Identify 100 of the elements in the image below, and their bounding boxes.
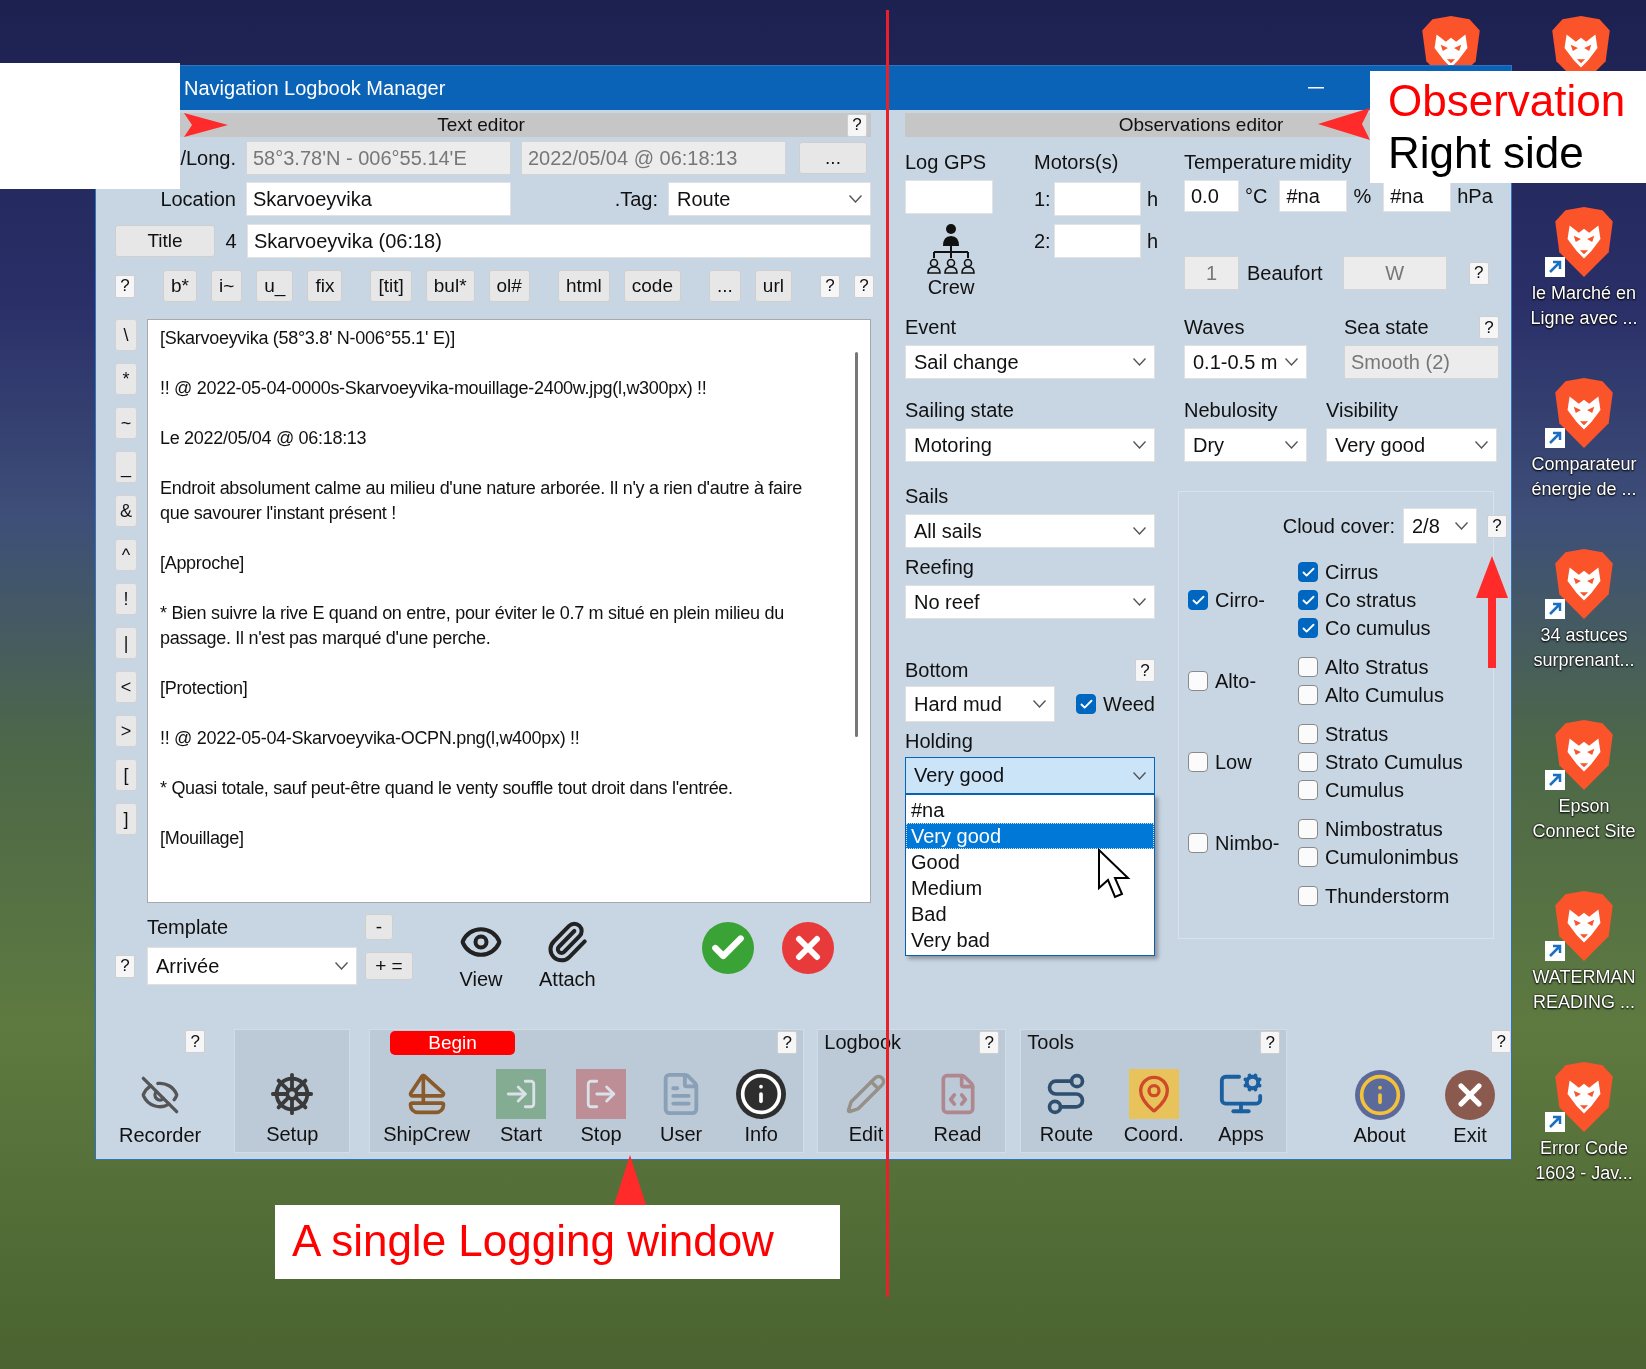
toolbar-button[interactable]: ShipCrew (379, 1068, 474, 1146)
format-button[interactable]: bul* (425, 270, 475, 302)
format-button[interactable]: [tit] (370, 270, 412, 302)
scrollbar[interactable] (854, 352, 858, 737)
checkbox[interactable] (1298, 847, 1318, 867)
dropdown[interactable]: Hard mud (905, 686, 1055, 722)
toolbar-button[interactable]: Setup (259, 1068, 326, 1146)
crew-button[interactable]: Crew (905, 222, 997, 299)
checkbox[interactable] (1188, 833, 1208, 853)
insert-button[interactable]: > (115, 715, 137, 747)
help-button[interactable]: ? (1487, 514, 1507, 538)
help-button[interactable]: ? (115, 954, 135, 978)
checkbox[interactable] (1298, 562, 1318, 582)
shortcut-label[interactable]: le Marché en Ligne avec ... (1530, 281, 1638, 331)
toolbar-button[interactable]: Exit (1437, 1069, 1503, 1147)
dropdown-option[interactable]: #na (906, 797, 1154, 823)
add-button[interactable]: + = (365, 952, 413, 980)
insert-button[interactable]: * (115, 363, 137, 395)
input-field[interactable]: W (1342, 256, 1447, 290)
format-button[interactable]: url (754, 270, 792, 302)
format-button[interactable]: html (557, 270, 610, 302)
text-area[interactable] (147, 319, 871, 903)
dropdown[interactable]: Route (668, 182, 871, 216)
dropdown[interactable]: 2/8 (1403, 508, 1477, 544)
input-field[interactable]: 1 (1184, 256, 1239, 290)
format-button[interactable]: u_ (256, 270, 294, 302)
dropdown[interactable]: Dry (1184, 428, 1307, 462)
toolbar-button[interactable]: Coord. (1119, 1068, 1188, 1146)
dropdown[interactable]: Very good (905, 757, 1155, 794)
input-field[interactable] (1054, 224, 1141, 258)
remove-button[interactable]: - (365, 914, 393, 940)
help-button[interactable]: ? (847, 113, 867, 137)
checkbox[interactable] (1298, 724, 1318, 744)
input-field[interactable] (905, 180, 993, 214)
insert-button[interactable]: ! (115, 583, 137, 615)
title-button[interactable]: Title (115, 225, 215, 257)
insert-button[interactable]: [ (115, 759, 137, 791)
checkbox[interactable] (1298, 618, 1318, 638)
toolbar-button[interactable]: Route (1033, 1068, 1100, 1146)
shortcut-label[interactable]: Epson Connect Site (1532, 794, 1636, 844)
insert-button[interactable]: | (115, 627, 137, 659)
help-button[interactable]: ? (185, 1030, 206, 1053)
help-button[interactable]: ? (1468, 261, 1489, 285)
toolbar-button[interactable]: About (1346, 1069, 1413, 1147)
checkbox[interactable] (1298, 590, 1318, 610)
input-field[interactable]: 2022/05/04 @ 06:18:13 (521, 141, 786, 175)
dropdown[interactable]: Very good (1326, 428, 1497, 462)
checkbox[interactable] (1188, 671, 1208, 691)
format-button[interactable]: ... (709, 270, 741, 302)
input-field[interactable]: 0.0 (1184, 180, 1239, 212)
checkbox[interactable] (1076, 694, 1097, 714)
toolbar-button[interactable]: Recorder (115, 1069, 206, 1147)
input-field[interactable] (1054, 182, 1141, 216)
dropdown[interactable]: All sails (905, 514, 1155, 548)
toolbar-button[interactable]: Info (728, 1068, 795, 1146)
dropdown[interactable]: 0.1-0.5 m (1184, 345, 1307, 379)
input-field[interactable]: Skarvoeyvika (246, 182, 511, 216)
dropdown[interactable]: Motoring (905, 428, 1155, 462)
format-button[interactable]: code (623, 270, 681, 302)
dropdown[interactable]: Sail change (905, 345, 1155, 379)
checkbox[interactable] (1298, 780, 1318, 800)
help-button[interactable]: ? (853, 274, 874, 298)
shortcut-label[interactable]: Comparateur énergie de ... (1531, 452, 1637, 502)
confirm-button[interactable] (701, 922, 754, 974)
format-button[interactable]: ol# (488, 270, 530, 302)
view-button[interactable]: View (459, 920, 503, 991)
insert-button[interactable]: ^ (115, 539, 137, 571)
checkbox[interactable] (1298, 752, 1318, 772)
shortcut-label[interactable]: Error Code 1603 - Jav... (1535, 1136, 1633, 1186)
format-button[interactable]: b* (163, 270, 197, 302)
toolbar-button[interactable]: Apps (1208, 1068, 1275, 1146)
help-button[interactable]: ? (115, 274, 135, 298)
dropdown-option[interactable]: Very bad (906, 927, 1154, 953)
checkbox[interactable] (1298, 886, 1318, 906)
input-field[interactable]: 58°3.78'N - 006°55.14'E (246, 141, 511, 175)
insert-button[interactable]: \ (115, 319, 137, 351)
help-button[interactable]: ? (1135, 659, 1155, 682)
help-button[interactable]: ? (819, 274, 840, 298)
shortcut-label[interactable]: 34 astuces surprenant... (1533, 623, 1635, 673)
cancel-button[interactable] (781, 922, 834, 974)
dropdown[interactable]: No reef (905, 585, 1155, 619)
insert-button[interactable]: _ (115, 451, 137, 483)
more-button[interactable]: ... (799, 142, 867, 174)
shortcut-label[interactable]: WATERMAN READING ... (1532, 965, 1636, 1015)
help-button[interactable]: ? (979, 1031, 1000, 1054)
checkbox[interactable] (1298, 685, 1318, 705)
dropdown[interactable]: Arrivée (147, 947, 357, 985)
checkbox[interactable] (1298, 819, 1318, 839)
insert-button[interactable]: < (115, 671, 137, 703)
help-button[interactable]: ? (1491, 1030, 1512, 1053)
help-button[interactable]: ? (777, 1031, 798, 1054)
attach-button[interactable]: Attach (539, 920, 596, 991)
checkbox[interactable] (1188, 752, 1208, 772)
checkbox[interactable] (1298, 657, 1318, 677)
dropdown-option[interactable]: Bad (906, 901, 1154, 927)
dropdown-option[interactable]: Very good (906, 823, 1154, 849)
insert-button[interactable]: ] (115, 803, 137, 835)
insert-button[interactable]: & (115, 495, 137, 527)
format-button[interactable]: i~ (210, 270, 243, 302)
checkbox[interactable] (1188, 590, 1208, 610)
